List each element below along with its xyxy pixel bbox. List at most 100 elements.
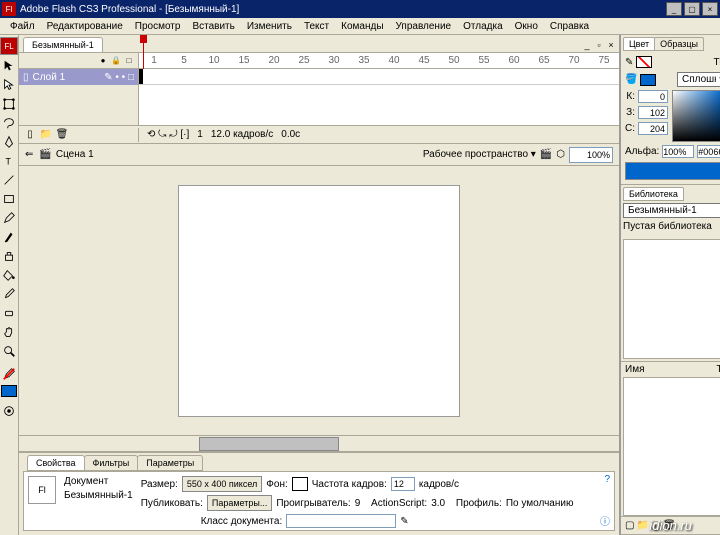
new-folder-button[interactable]: 📁 (636, 520, 648, 531)
new-folder-button[interactable]: 📁 (39, 128, 53, 142)
flash-logo: FL (0, 37, 18, 55)
minimize-button[interactable]: _ (666, 2, 682, 16)
menu-modify[interactable]: Изменить (241, 20, 298, 33)
tab-swatches[interactable]: Образцы (654, 37, 704, 51)
scene-crumb[interactable]: 🎬 Сцена 1 (39, 149, 93, 160)
frames-track[interactable] (139, 69, 619, 85)
stage-area[interactable] (19, 166, 619, 435)
watermark: idion.ru (649, 518, 692, 533)
tab-properties[interactable]: Свойства (27, 455, 85, 471)
edit-scene-icon[interactable]: 🎬 (540, 149, 552, 160)
tab-filters[interactable]: Фильтры (84, 455, 139, 471)
new-layer-button[interactable]: ▯ (23, 128, 37, 142)
scene-icon: 🎬 (39, 149, 51, 160)
zoom-input[interactable] (569, 147, 613, 163)
library-panel: Библиотека Безымянный-1 Пустая библиотек… (621, 185, 720, 535)
frame-ruler[interactable]: 151015202530354045505560657075 (139, 53, 619, 68)
eyedropper-tool[interactable] (0, 285, 18, 303)
zoom-tool[interactable] (0, 342, 18, 360)
horizontal-scrollbar[interactable] (19, 435, 619, 451)
document-icon: Fl (28, 476, 56, 504)
fill-type-select[interactable]: Сплошной (677, 72, 720, 87)
doc-restore-icon[interactable]: ▫ (593, 40, 605, 52)
layer-row[interactable]: ▯ Слой 1 ✎ • • □ (19, 69, 139, 85)
subselection-tool[interactable] (0, 76, 18, 94)
library-list[interactable] (623, 377, 720, 516)
selection-tool[interactable] (0, 57, 18, 75)
title-text: Adobe Flash CS3 Professional - [Безымянн… (20, 4, 664, 15)
hex-input[interactable] (697, 145, 720, 158)
layer-name: Слой 1 (33, 72, 66, 83)
snap-option[interactable] (0, 402, 18, 420)
lock-icon[interactable]: 🔒 (111, 56, 121, 65)
tab-parameters[interactable]: Параметры (137, 455, 203, 471)
edit-class-icon[interactable]: ✎ (400, 516, 408, 527)
info-icon[interactable]: ⓘ (600, 513, 610, 528)
brush-tool[interactable] (0, 228, 18, 246)
green-input[interactable] (638, 106, 668, 119)
library-columns: Имя Тип (621, 361, 720, 377)
pencil-tool[interactable] (0, 209, 18, 227)
blue-input[interactable] (638, 122, 668, 135)
menu-window[interactable]: Окно (509, 20, 544, 33)
library-doc-select[interactable]: Безымянный-1 (623, 203, 720, 218)
stage[interactable] (179, 186, 459, 416)
workspace-menu[interactable]: Рабочее пространство ▾ (423, 149, 536, 160)
pen-tool[interactable] (0, 133, 18, 151)
layer-header: ● 🔒 □ (19, 53, 139, 68)
current-color-swatch (625, 162, 720, 180)
tab-library[interactable]: Библиотека (623, 187, 684, 201)
eraser-tool[interactable] (0, 304, 18, 322)
ink-bottle-tool[interactable] (0, 247, 18, 265)
bucket-fill-icon[interactable]: 🪣 (625, 74, 637, 85)
framerate-input[interactable] (391, 477, 415, 491)
rectangle-tool[interactable] (0, 190, 18, 208)
hand-tool[interactable] (0, 323, 18, 341)
help-icon[interactable]: ? (604, 474, 610, 485)
doc-type-label: Документ (64, 476, 133, 487)
doc-close-icon[interactable]: × (605, 40, 617, 52)
close-button[interactable]: × (702, 2, 718, 16)
document-tabs: Безымянный-1 _ ▫ × (19, 35, 619, 53)
doc-minimize-icon[interactable]: _ (581, 40, 593, 52)
size-button[interactable]: 550 x 400 пиксел (182, 476, 262, 492)
paint-bucket-tool[interactable] (0, 266, 18, 284)
alpha-input[interactable] (662, 145, 694, 158)
properties-panel: Свойства Фильтры Параметры Fl Документ Б… (19, 451, 619, 535)
visibility-icon[interactable]: ● (98, 56, 108, 65)
color-picker[interactable] (672, 90, 720, 142)
outline-icon[interactable]: □ (124, 56, 134, 65)
edit-symbol-icon[interactable]: ⬡ (556, 149, 565, 160)
stroke-color[interactable] (0, 365, 18, 383)
bg-color-swatch[interactable] (292, 477, 308, 491)
line-tool[interactable] (0, 171, 18, 189)
playhead[interactable] (143, 37, 144, 69)
maximize-button[interactable]: ▢ (684, 2, 700, 16)
text-tool[interactable]: T (0, 152, 18, 170)
menu-help[interactable]: Справка (544, 20, 595, 33)
pencil-stroke-icon[interactable]: ✎ (625, 57, 633, 68)
back-icon[interactable]: ⇐ (25, 149, 33, 160)
delete-layer-button[interactable]: 🗑 (55, 128, 69, 142)
lasso-tool[interactable] (0, 114, 18, 132)
timeline-status: ⟲ ⤿ ⤾ [·] 1 12.0 кадров/с 0.0c (139, 129, 308, 140)
menu-edit[interactable]: Редактирование (41, 20, 129, 33)
publish-settings-button[interactable]: Параметры... (207, 495, 272, 511)
menu-file[interactable]: Файл (4, 20, 41, 33)
free-transform-tool[interactable] (0, 95, 18, 113)
document-class-input[interactable] (286, 514, 396, 528)
red-input[interactable] (638, 90, 668, 103)
new-symbol-button[interactable]: ▢ (625, 520, 634, 531)
menu-control[interactable]: Управление (390, 20, 458, 33)
menu-debug[interactable]: Отладка (457, 20, 509, 33)
menu-insert[interactable]: Вставить (186, 20, 240, 33)
document-tab[interactable]: Безымянный-1 (23, 37, 103, 52)
menu-text[interactable]: Текст (298, 20, 335, 33)
tab-color[interactable]: Цвет (623, 37, 655, 51)
edit-bar: ⇐ 🎬 Сцена 1 Рабочее пространство ▾ 🎬 ⬡ (19, 144, 619, 166)
scroll-thumb[interactable] (199, 437, 339, 451)
doc-name-label: Безымянный-1 (64, 490, 133, 501)
fill-color[interactable] (1, 385, 17, 397)
menu-view[interactable]: Просмотр (129, 20, 187, 33)
menu-commands[interactable]: Команды (335, 20, 389, 33)
